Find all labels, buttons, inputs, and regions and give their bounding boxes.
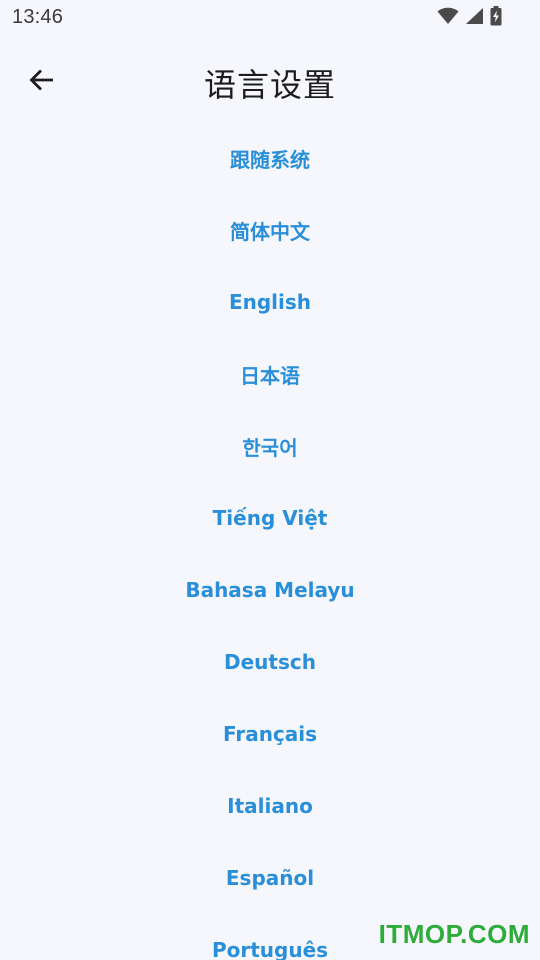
status-time: 13:46: [12, 6, 64, 28]
language-settings-screen: 13:46 语言设置 跟随系统 简体中文 English 日本语 한국어 Tiế…: [0, 0, 540, 960]
language-option-german[interactable]: Deutsch: [0, 626, 540, 698]
language-list: 跟随系统 简体中文 English 日本语 한국어 Tiếng Việt Bah…: [0, 122, 540, 960]
language-option-vietnamese[interactable]: Tiếng Việt: [0, 482, 540, 554]
watermark: ITMOP.COM: [378, 919, 530, 949]
language-option-malay[interactable]: Bahasa Melayu: [0, 554, 540, 626]
status-bar: 13:46: [0, 0, 540, 36]
battery-charging-icon: [490, 6, 502, 26]
wifi-icon: [437, 7, 459, 25]
language-option-japanese[interactable]: 日本语: [0, 338, 540, 410]
page-title: 语言设置: [203, 66, 336, 104]
language-option-spanish[interactable]: Español: [0, 842, 540, 914]
language-option-french[interactable]: Français: [0, 698, 540, 770]
language-option-korean[interactable]: 한국어: [0, 410, 540, 482]
app-bar: 语言设置: [0, 44, 540, 118]
language-option-simplified-chinese[interactable]: 简体中文: [0, 194, 540, 266]
status-icons: [437, 6, 502, 26]
language-option-english[interactable]: English: [0, 266, 540, 338]
language-option-italian[interactable]: Italiano: [0, 770, 540, 842]
language-option-system[interactable]: 跟随系统: [0, 122, 540, 194]
cellular-signal-icon: [465, 7, 484, 25]
